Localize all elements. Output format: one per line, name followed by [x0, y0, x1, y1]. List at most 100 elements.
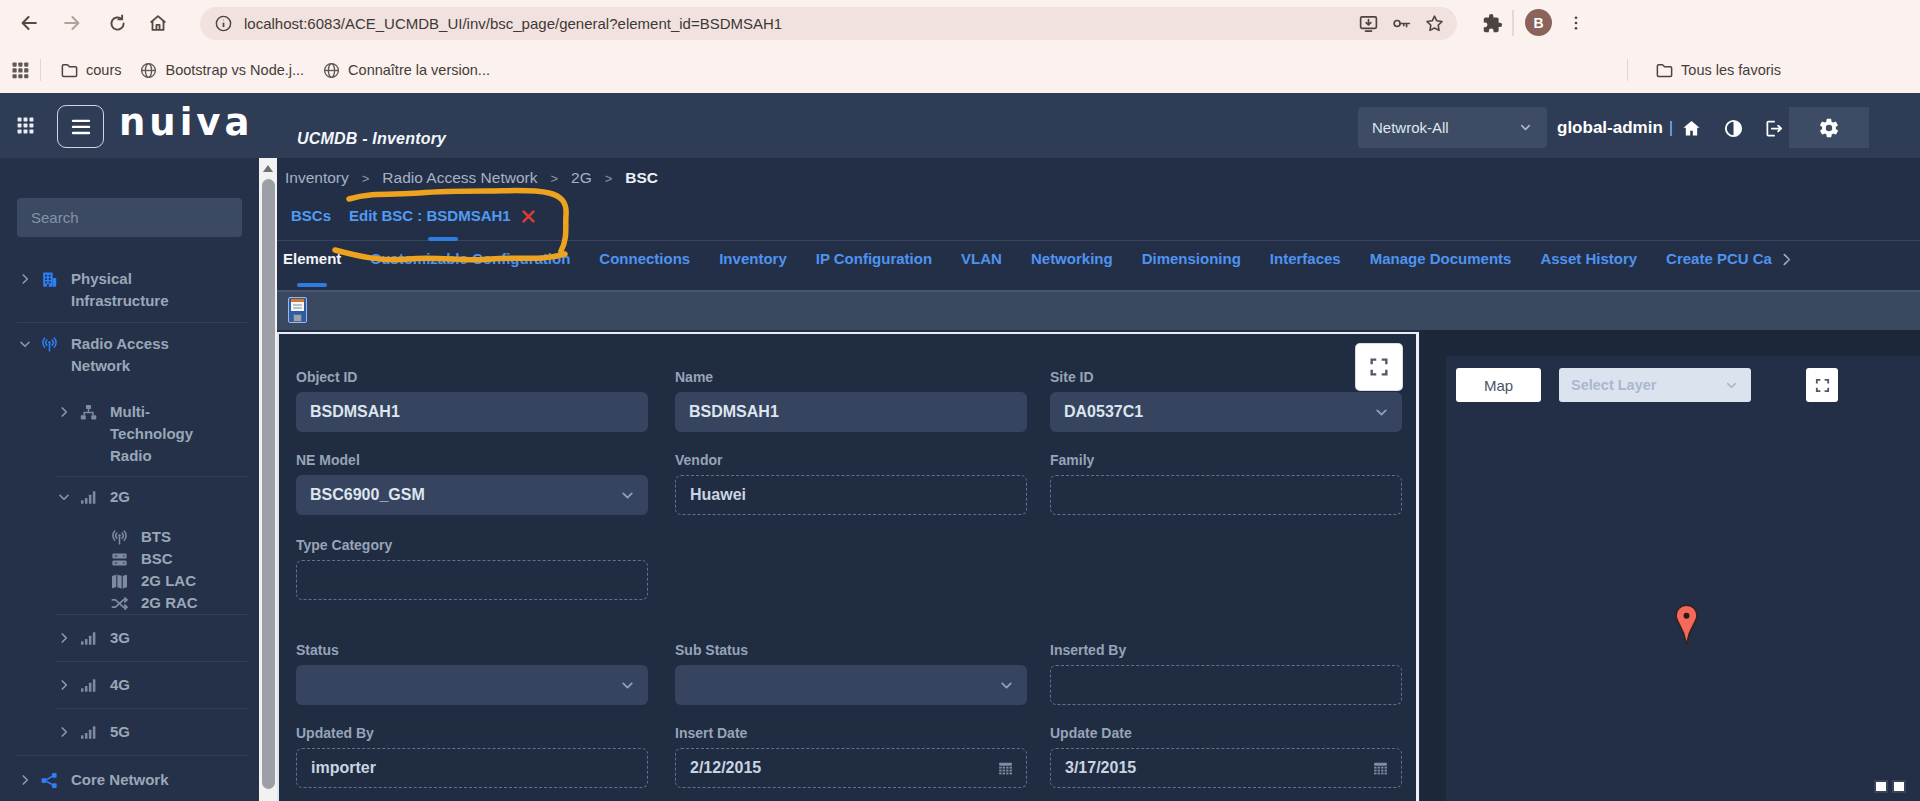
scroll-up-icon[interactable]: [263, 165, 273, 172]
chevron-right-icon[interactable]: [57, 678, 71, 692]
breadcrumb-separator: >: [362, 171, 370, 186]
info-icon[interactable]: [210, 11, 236, 37]
logout-icon[interactable]: [1762, 117, 1784, 139]
subtab-bscs[interactable]: BSCs: [291, 196, 331, 240]
chevron-right-icon[interactable]: [57, 631, 71, 645]
chevron-right-icon[interactable]: [57, 725, 71, 739]
profile-avatar[interactable]: B: [1525, 9, 1552, 36]
sidebar-item-physical-infrastructure[interactable]: PhysicalInfrastructure: [0, 258, 259, 322]
sidebar-item-core-network[interactable]: Core Network: [0, 756, 259, 801]
field-input-inserted-by[interactable]: [1050, 665, 1402, 705]
sidebar-item-2g-rac[interactable]: 2G RAC: [0, 592, 259, 614]
field-input-object-id[interactable]: BSDMSAH1: [296, 392, 648, 432]
chevron-right-icon[interactable]: [18, 272, 32, 286]
bookmark-item-bootstrap[interactable]: Bootstrap vs Node.j...: [139, 61, 304, 80]
field-input-ne-model[interactable]: BSC6900_GSM: [296, 475, 648, 515]
install-icon[interactable]: [1358, 13, 1379, 34]
shuffle-icon: [110, 594, 130, 613]
field-input-insert-date[interactable]: 2/12/2015: [675, 748, 1027, 788]
tab-create-pcu-ca[interactable]: Create PCU Ca: [1666, 250, 1772, 267]
main-content: Inventory>Radio Access Network>2G>BSC BS…: [277, 158, 1920, 801]
map-button[interactable]: Map: [1456, 368, 1541, 402]
field-input-type-category[interactable]: [296, 560, 648, 600]
tab-ip-configuration[interactable]: IP Configuration: [816, 250, 932, 267]
star-icon[interactable]: [1424, 13, 1445, 34]
breadcrumb-item[interactable]: BSC: [625, 169, 658, 187]
sidebar-item-radio-access-network[interactable]: Radio AccessNetwork: [0, 323, 259, 387]
extensions-icon[interactable]: [1478, 9, 1506, 37]
field-input-update-date[interactable]: 3/17/2015: [1050, 748, 1402, 788]
brand-logo[interactable]: nuiva: [119, 101, 253, 144]
tab-networking[interactable]: Networking: [1031, 250, 1113, 267]
tab-interfaces[interactable]: Interfaces: [1270, 250, 1341, 267]
breadcrumb-separator: >: [605, 171, 613, 186]
sidebar-item-4g[interactable]: 4G: [0, 662, 259, 708]
field-input-vendor[interactable]: Huawei: [675, 475, 1027, 515]
chevron-right-icon[interactable]: [57, 405, 71, 419]
sidebar-item-bsc[interactable]: BSC: [0, 548, 259, 570]
tab-dimensioning[interactable]: Dimensioning: [1142, 250, 1241, 267]
sidebar-item-bts[interactable]: BTS: [0, 526, 259, 548]
back-button[interactable]: [15, 9, 43, 37]
save-button[interactable]: [288, 297, 307, 323]
tab-connections[interactable]: Connections: [599, 250, 690, 267]
scrollbar-thumb[interactable]: [262, 179, 275, 789]
field-input-updated-by[interactable]: importer: [296, 748, 648, 788]
contrast-icon[interactable]: [1722, 117, 1744, 139]
subtab-edit-bsc[interactable]: Edit BSC : BSDMSAH1: [349, 196, 537, 240]
bookmark-item-cours[interactable]: cours: [60, 61, 121, 80]
map-control-square[interactable]: [1874, 780, 1888, 793]
tab-manage-documents[interactable]: Manage Documents: [1370, 250, 1512, 267]
field-input-family[interactable]: [1050, 475, 1402, 515]
calendar-icon[interactable]: [1372, 760, 1389, 777]
sidebar-item-2g-lac[interactable]: 2G LAC: [0, 570, 259, 592]
chevron-right-icon[interactable]: [18, 773, 32, 787]
bookmark-item-connaitre[interactable]: Connaître la version...: [322, 61, 490, 80]
field-input-site-id[interactable]: DA0537C1: [1050, 392, 1402, 432]
app-grid-icon[interactable]: [16, 116, 35, 135]
subtab-bar: BSCs Edit BSC : BSDMSAH1: [277, 196, 1920, 241]
sidebar-item-5g[interactable]: 5G: [0, 709, 259, 755]
layer-select[interactable]: Select Layer: [1559, 368, 1751, 402]
breadcrumb-item[interactable]: Inventory: [285, 169, 349, 187]
network-selector[interactable]: Netwrok-All: [1358, 107, 1547, 148]
breadcrumb-item[interactable]: Radio Access Network: [382, 169, 537, 187]
sidebar-item-2g[interactable]: 2G: [0, 477, 259, 517]
map-canvas[interactable]: Map Select Layer: [1446, 356, 1920, 801]
apps-grid-icon[interactable]: [10, 60, 30, 80]
url-text[interactable]: localhost:6083/ACE_UCMDB_UI/inv/bsc_page…: [244, 15, 782, 32]
home-button[interactable]: [144, 9, 172, 37]
field-input-name[interactable]: BSDMSAH1: [675, 392, 1027, 432]
close-icon[interactable]: [520, 208, 537, 225]
menu-toggle-button[interactable]: [57, 105, 104, 148]
search-input[interactable]: Search: [17, 198, 242, 237]
content-scrollbar[interactable]: [259, 158, 277, 801]
sidebar-item-3g[interactable]: 3G: [0, 615, 259, 661]
map-pin-icon[interactable]: [1674, 603, 1699, 646]
chevron-down-icon[interactable]: [18, 337, 32, 351]
chevron-down-icon[interactable]: [57, 490, 71, 504]
field-value: 2/12/2015: [690, 759, 761, 777]
all-favorites[interactable]: Tous les favoris: [1655, 61, 1781, 80]
tab-vlan[interactable]: VLAN: [961, 250, 1002, 267]
key-icon[interactable]: [1391, 13, 1412, 34]
calendar-icon[interactable]: [997, 760, 1014, 777]
map-control-square[interactable]: [1892, 780, 1906, 793]
reload-button[interactable]: [103, 9, 131, 37]
map-fullscreen-button[interactable]: [1806, 368, 1838, 402]
tab-customizable-configuration[interactable]: Customizable Configuration: [370, 250, 570, 267]
breadcrumb-item[interactable]: 2G: [571, 169, 592, 187]
settings-button[interactable]: [1789, 107, 1869, 148]
tab-element[interactable]: Element: [283, 250, 341, 267]
tab-inventory[interactable]: Inventory: [719, 250, 787, 267]
field-input-sub-status[interactable]: [675, 665, 1027, 705]
sidebar-item-multi-technology-radio[interactable]: Multi-TechnologyRadio: [0, 387, 259, 476]
sidebar-item-label: BTS: [141, 526, 171, 548]
address-bar[interactable]: localhost:6083/ACE_UCMDB_UI/inv/bsc_page…: [200, 7, 1457, 40]
forward-button[interactable]: [58, 9, 86, 37]
home-icon[interactable]: [1680, 117, 1702, 139]
field-input-status[interactable]: [296, 665, 648, 705]
field-value: BSDMSAH1: [310, 403, 400, 421]
menu-kebab-icon[interactable]: [1562, 9, 1590, 37]
tab-asset-history[interactable]: Asset History: [1540, 250, 1637, 267]
